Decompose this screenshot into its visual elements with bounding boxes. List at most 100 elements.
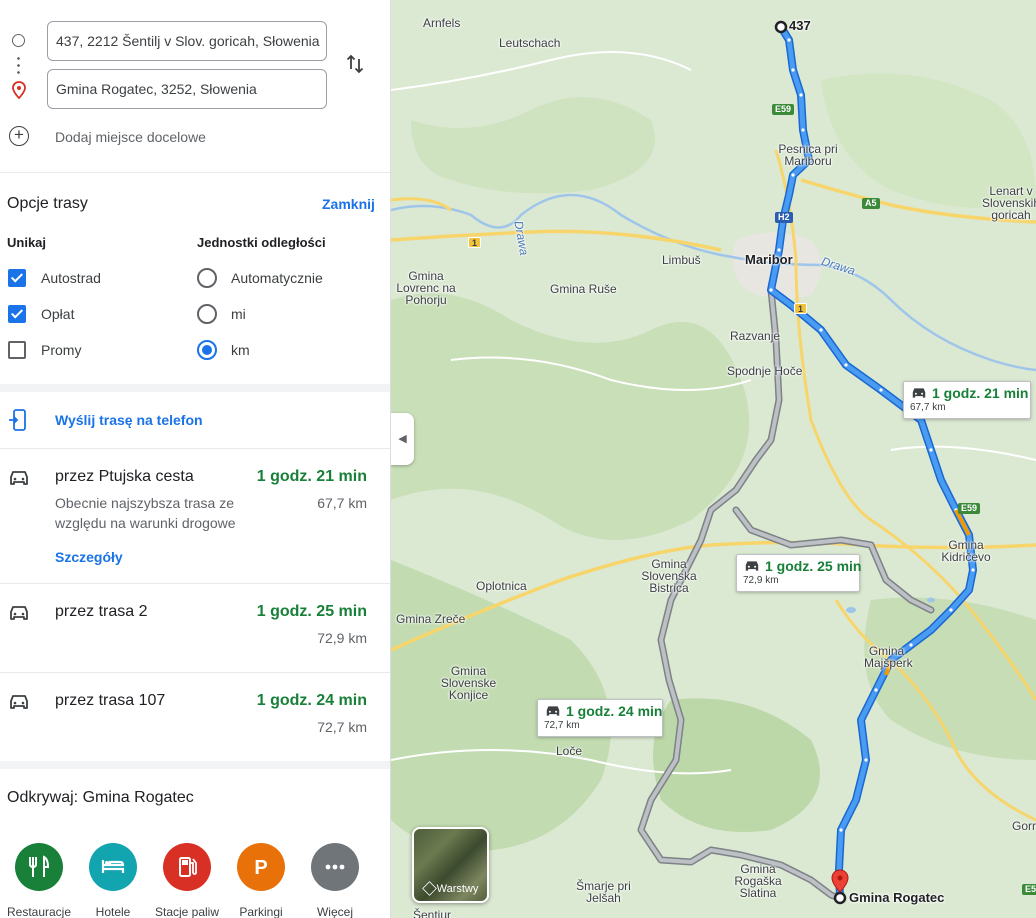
place-label: Gmina Slovenska Bistrica xyxy=(641,557,697,595)
category-label: Hotele xyxy=(95,905,131,918)
callout-time-text: 1 godz. 21 min xyxy=(932,385,1029,401)
category-label: Więcej xyxy=(316,905,353,918)
car-icon xyxy=(10,695,28,709)
end-label: Gmina Rogatec xyxy=(849,890,945,905)
category-hotels[interactable]: Hotele xyxy=(76,843,150,918)
road-shield: E59 xyxy=(958,503,981,514)
send-to-phone-button[interactable]: Wyślij trasę na telefon xyxy=(0,400,390,440)
place-label: Gorr xyxy=(1012,819,1036,833)
hotel-icon xyxy=(89,843,137,891)
collapse-panel-button[interactable]: ◀ xyxy=(391,413,414,465)
road-shield: E5 xyxy=(1022,884,1036,895)
route-distance: 72,9 km xyxy=(317,630,367,646)
start-label: 437 xyxy=(789,18,811,33)
car-icon xyxy=(745,561,759,571)
category-more[interactable]: Więcej xyxy=(298,843,372,918)
category-label: Restauracje xyxy=(6,905,72,918)
chevron-left-icon: ◀ xyxy=(398,433,407,445)
callout-time: 1 godz. 24 min xyxy=(544,703,662,719)
callout-time-text: 1 godz. 24 min xyxy=(566,703,663,719)
section-divider xyxy=(0,761,390,769)
layers-button[interactable]: Warstwy xyxy=(412,827,489,903)
route-time: 1 godz. 25 min xyxy=(256,603,367,620)
place-label: Leutschach xyxy=(499,36,561,50)
place-label: Razvanje xyxy=(730,329,781,343)
route-name: przez trasa 107 xyxy=(55,692,166,709)
origin-input[interactable]: 437, 2212 Šentilj v Slov. goricah, Słowe… xyxy=(47,21,327,61)
route-callout-2[interactable]: 1 godz. 25 min 72,9 km xyxy=(736,554,861,592)
route-description: Obecnie najszybsza trasa ze względu na w… xyxy=(55,495,236,531)
close-options-button[interactable]: Zamknij xyxy=(322,196,375,212)
place-label: Lenart v Slovenskih goricah xyxy=(981,184,1036,222)
route-option-3[interactable]: przez trasa 107 1 godz. 24 min 72,7 km xyxy=(0,673,390,761)
place-label: Gmina Lovrenc na Pohorju xyxy=(396,269,456,307)
car-icon xyxy=(10,606,28,620)
directions-panel: 437, 2212 Šentilj v Slov. goricah, Słowe… xyxy=(0,0,391,918)
explore-title: Odkrywaj: Gmina Rogatec xyxy=(7,789,194,806)
road-shield: A5 xyxy=(862,198,880,209)
units-auto-radio[interactable] xyxy=(197,268,217,288)
route-callout-1[interactable]: 1 godz. 21 min 67,7 km xyxy=(903,381,1031,419)
place-label: Gmina Zreče xyxy=(396,612,466,626)
avoid-heading: Unikaj xyxy=(7,235,47,250)
place-label: Pesnica pri Mariboru xyxy=(778,142,838,168)
category-label: Parkingi xyxy=(239,905,283,918)
callout-distance: 72,7 km xyxy=(544,720,580,731)
route-name: przez trasa 2 xyxy=(55,603,148,620)
avoid-tolls-label: Opłat xyxy=(41,306,75,322)
avoid-tolls-checkbox[interactable] xyxy=(8,305,26,323)
road-shield: E59 xyxy=(772,104,795,115)
avoid-highways-checkbox[interactable] xyxy=(8,269,26,287)
swap-waypoints-button[interactable] xyxy=(343,52,367,76)
place-label: Gmina Rogaška Slatina xyxy=(734,862,782,900)
callout-distance: 72,9 km xyxy=(743,575,779,586)
road-shield: H2 xyxy=(775,212,793,223)
route-callout-3[interactable]: 1 godz. 24 min 72,7 km xyxy=(537,699,663,737)
gas-station-icon xyxy=(163,843,211,891)
place-label: Gmina Majšperk xyxy=(864,644,913,670)
category-restaurants[interactable]: Restauracje xyxy=(2,843,76,918)
swap-icon xyxy=(346,54,364,74)
category-gas-stations[interactable]: Stacje paliw xyxy=(150,843,224,918)
road-shield: 1 xyxy=(468,237,482,248)
place-label: Gmina Kidričevo xyxy=(941,538,991,564)
map-base xyxy=(391,20,1036,905)
route-name: przez Ptujska cesta xyxy=(55,468,194,485)
units-km-radio[interactable] xyxy=(197,340,217,360)
city-label-maribor: Maribor xyxy=(745,252,793,267)
route-details-link[interactable]: Szczegóły xyxy=(55,549,123,565)
route-option-1[interactable]: przez Ptujska cesta 1 godz. 21 min 67,7 … xyxy=(0,449,390,583)
phone-send-icon xyxy=(9,409,26,431)
avoid-highways-label: Autostrad xyxy=(41,270,101,286)
units-mi-radio[interactable] xyxy=(197,304,217,324)
car-icon xyxy=(546,706,560,716)
parking-icon: P xyxy=(237,843,285,891)
place-label: Šentjur xyxy=(413,908,452,918)
destination-row: Gmina Rogatec, 3252, Słowenia xyxy=(0,69,390,109)
callout-time-text: 1 godz. 25 min xyxy=(765,558,862,574)
place-label: Spodnje Hoče xyxy=(727,364,803,378)
place-label: Loče xyxy=(556,744,583,758)
place-label: Oplotnica xyxy=(476,579,527,593)
avoid-ferries-label: Promy xyxy=(41,342,82,358)
callout-time: 1 godz. 25 min xyxy=(743,558,861,574)
route-option-2[interactable]: przez trasa 2 1 godz. 25 min 72,9 km xyxy=(0,584,390,672)
add-destination-button[interactable]: + Dodaj miejsce docelowe xyxy=(0,122,390,152)
units-heading: Jednostki odległości xyxy=(197,235,326,250)
svg-text:P: P xyxy=(254,857,267,879)
road-shield: 1 xyxy=(794,303,808,314)
place-label: Arnfels xyxy=(423,16,461,30)
destination-input[interactable]: Gmina Rogatec, 3252, Słowenia xyxy=(47,69,327,109)
map-canvas[interactable]: Arnfels Leutschach 437 Pesnica pri Marib… xyxy=(391,0,1036,918)
add-destination-label: Dodaj miejsce docelowe xyxy=(55,129,206,145)
units-km-label: km xyxy=(231,342,250,358)
route-time: 1 godz. 24 min xyxy=(256,692,367,709)
restaurant-icon xyxy=(15,843,63,891)
category-parking[interactable]: P Parkingi xyxy=(224,843,298,918)
route-distance: 72,7 km xyxy=(317,719,367,735)
units-mi-label: mi xyxy=(231,306,246,322)
layers-label: Warstwy xyxy=(436,883,479,895)
divider xyxy=(0,172,390,173)
send-to-phone-label: Wyślij trasę na telefon xyxy=(55,412,203,428)
avoid-ferries-checkbox[interactable] xyxy=(8,341,26,359)
